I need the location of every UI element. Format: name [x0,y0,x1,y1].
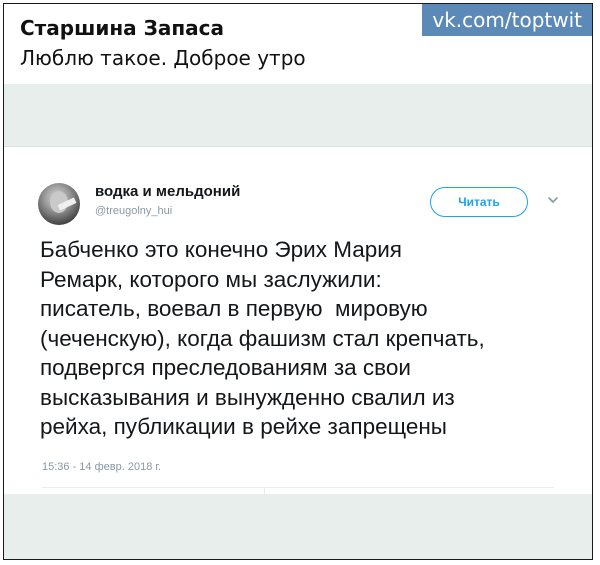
tweet-text-line: рейха, публикации в рейхе запрещены [40,414,447,439]
tweet-author-handle[interactable]: @treugolny_hui [95,205,172,217]
tweet-timestamp[interactable]: 15:36 - 14 февр. 2018 г. [42,461,161,473]
watermark: vk.com/toptwit [422,4,592,36]
tweet-divider [42,487,554,488]
chevron-down-icon[interactable] [546,193,560,207]
avatar[interactable] [38,183,80,225]
tweet-text-line: (чеченскую), когда фашизм стал крепчать, [40,325,485,351]
background-panel-bottom [4,494,592,559]
post-caption: Люблю такое. Доброе утро [20,46,306,70]
meme-frame: Старшина Запаса Люблю такое. Доброе утро… [3,3,593,560]
tweet-text-line: писатель, воевал в первую мировую [40,296,428,321]
tweet-author-name[interactable]: водка и мельдоний [95,183,240,200]
follow-button[interactable]: Читать [430,187,528,217]
tweet-text-line: высказывания и вынужденно свалил из [40,384,455,410]
tweet-text-line: Ремарк, которого мы заслужили: [40,266,382,292]
tweet-text-line: Бабченко это конечно Эрих Мария [40,237,402,262]
tweet-text: Бабченко это конечно Эрих Мария Ремарк, … [40,235,580,442]
post-author[interactable]: Старшина Запаса [20,16,224,40]
tweet-card: водка и мельдоний @treugolny_hui Читать … [4,146,592,495]
follow-button-label: Читать [458,195,500,209]
post-header: Старшина Запаса Люблю такое. Доброе утро… [4,4,592,84]
background-panel-top [4,84,592,146]
tweet-text-line: подвергся преследованиям за свои [40,355,411,380]
